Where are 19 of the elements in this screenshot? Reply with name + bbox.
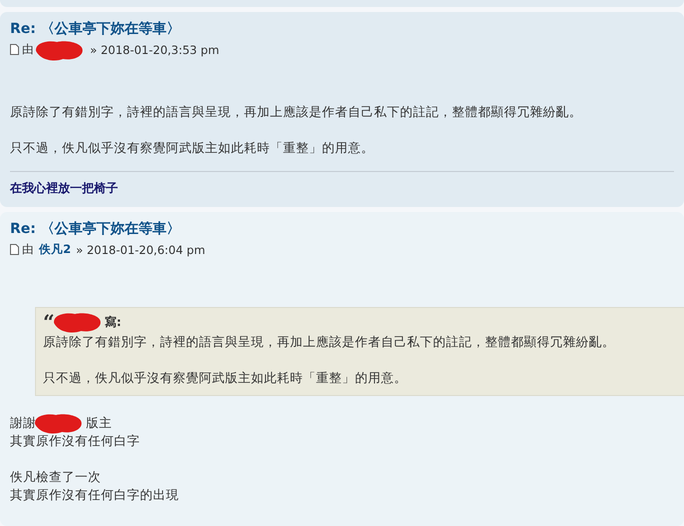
post-text: 版主 [86, 414, 112, 432]
quote-mark: “ [43, 315, 55, 329]
post-title[interactable]: Re: 〈公車亭下妳在等車〉 [10, 20, 684, 38]
post-text: 其實原作沒有任何白字 [10, 432, 140, 450]
post-text: 由 [22, 242, 34, 257]
signature-text: 在我心裡放一把椅子 [10, 180, 119, 197]
quote-text: 只不過，佚凡似乎沒有察覺阿武版主如此耗時「重整」的用意。 [43, 369, 407, 387]
post-text: 其實原作沒有任何白字的出現 [10, 486, 179, 504]
post-text: 由 [22, 42, 34, 57]
post-text: 原詩除了有錯別字，詩裡的語言與呈現，再加上應該是作者自己私下的註記，整體都顯得冗雜紛亂。 [10, 103, 582, 121]
post-text: » 2018-01-20,6:04 pm [76, 242, 206, 256]
post-text: 寫: [104, 314, 122, 331]
post-text: » 2018-01-20,3:53 pm [90, 42, 220, 56]
post-text: 佚凡檢查了一次 [10, 468, 101, 486]
quote-text: 原詩除了有錯別字，詩裡的語言與呈現，再加上應該是作者自己私下的註記，整體都顯得冗雜紛亂。 [43, 333, 615, 351]
post-title[interactable]: Re: 〈公車亭下妳在等車〉 [10, 220, 684, 238]
post-text: 謝謝 [10, 414, 36, 432]
post-text: 只不過，佚凡似乎沒有察覺阿武版主如此耗時「重整」的用意。 [10, 139, 374, 157]
author-link[interactable]: 佚凡2 [37, 242, 74, 257]
